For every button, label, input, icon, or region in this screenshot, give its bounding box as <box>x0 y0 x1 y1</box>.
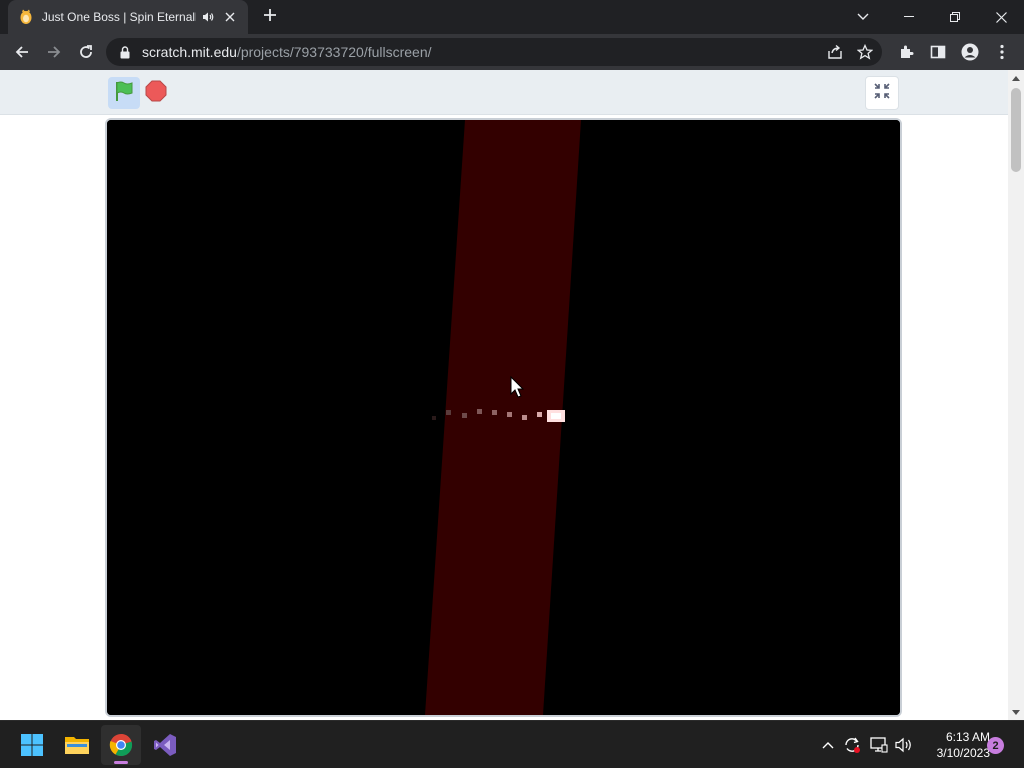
notification-badge[interactable]: 2 <box>987 737 1004 754</box>
window-controls <box>886 0 1024 34</box>
side-panel-icon[interactable] <box>924 38 952 66</box>
page-scrollbar[interactable] <box>1008 70 1024 720</box>
volume-icon[interactable] <box>893 721 915 769</box>
extensions-icon[interactable] <box>892 38 920 66</box>
trail-dot <box>432 416 436 420</box>
lock-icon[interactable] <box>118 45 132 59</box>
tab-title: Just One Boss | Spin Eternally <box>41 10 197 24</box>
display-icon[interactable] <box>868 721 890 769</box>
project-stage[interactable] <box>105 118 902 717</box>
chrome-icon[interactable] <box>101 725 141 765</box>
system-clock[interactable]: 6:13 AM 3/10/2023 <box>918 729 990 761</box>
chevron-up-icon[interactable] <box>818 721 838 769</box>
trail-dot <box>462 413 467 418</box>
close-icon[interactable] <box>978 0 1024 34</box>
profile-icon[interactable] <box>956 38 984 66</box>
restore-icon[interactable] <box>932 0 978 34</box>
url-path: /projects/793733720/fullscreen/ <box>236 44 432 60</box>
trail-dot <box>477 409 482 414</box>
new-tab-button[interactable] <box>258 5 282 29</box>
scrollbar-thumb[interactable] <box>1011 88 1021 172</box>
windows-start-icon[interactable] <box>12 725 52 765</box>
menu-icon[interactable] <box>988 38 1016 66</box>
forward-arrow-icon[interactable] <box>40 38 68 66</box>
page-viewport <box>0 70 1024 720</box>
plus-icon <box>263 8 277 27</box>
green-flag-button[interactable] <box>108 77 140 109</box>
scratch-cat-icon <box>18 9 34 25</box>
back-arrow-icon[interactable] <box>8 38 36 66</box>
reload-icon[interactable] <box>72 38 100 66</box>
browser-toolbar: scratch.mit.edu/projects/793733720/fulls… <box>0 34 1024 70</box>
file-explorer-icon[interactable] <box>57 725 97 765</box>
exit-fullscreen-button[interactable] <box>865 76 899 110</box>
trail-dot <box>507 412 512 417</box>
green-flag-icon <box>113 80 135 107</box>
minimize-icon[interactable] <box>886 0 932 34</box>
trail-dot <box>492 410 497 415</box>
address-bar[interactable]: scratch.mit.edu/projects/793733720/fulls… <box>106 38 882 66</box>
browser-tab[interactable]: Just One Boss | Spin Eternally <box>8 0 248 34</box>
stage-canvas[interactable] <box>107 120 900 715</box>
clock-date: 3/10/2023 <box>936 746 990 760</box>
exit-fullscreen-icon <box>873 82 891 105</box>
star-icon[interactable] <box>856 43 874 61</box>
stop-button[interactable] <box>142 77 170 109</box>
sync-icon[interactable] <box>841 721 863 769</box>
player-sprite-core <box>551 413 561 419</box>
tab-search-icon[interactable] <box>851 5 875 29</box>
speaker-playing-icon[interactable] <box>200 9 216 25</box>
tab-close-icon[interactable] <box>222 9 238 25</box>
visual-studio-icon[interactable] <box>145 725 185 765</box>
active-app-indicator <box>114 761 128 764</box>
url-text: scratch.mit.edu/projects/793733720/fulls… <box>142 44 432 60</box>
windows-taskbar: 6:13 AM 3/10/2023 2 <box>0 720 1024 768</box>
stop-icon <box>145 80 167 107</box>
trail-dot <box>522 415 527 420</box>
trail-dot <box>446 410 451 415</box>
share-icon[interactable] <box>826 43 844 61</box>
clock-time: 6:13 AM <box>945 730 990 744</box>
url-host: scratch.mit.edu <box>142 44 237 60</box>
scroll-down-arrow-icon[interactable] <box>1008 704 1024 720</box>
browser-title-bar: Just One Boss | Spin Eternally <box>0 0 1024 34</box>
scroll-up-arrow-icon[interactable] <box>1008 70 1024 86</box>
scratch-controls-bar <box>0 70 1008 115</box>
trail-dot <box>537 412 542 417</box>
